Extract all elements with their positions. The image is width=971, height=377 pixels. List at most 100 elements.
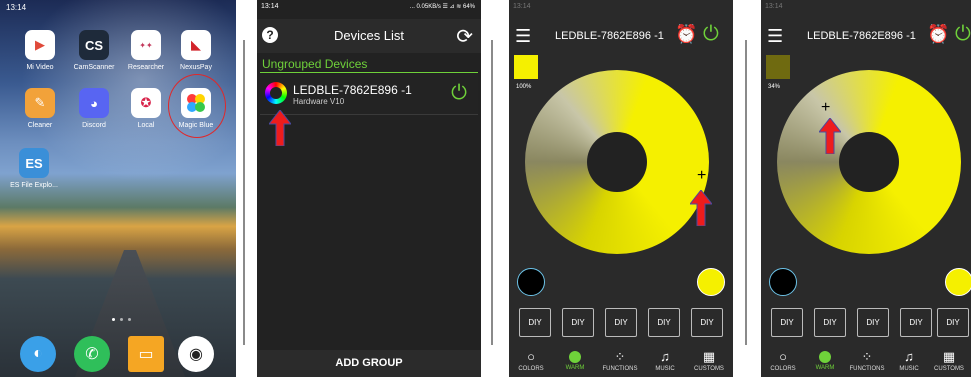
app-discord[interactable]: ◕ Discord xyxy=(66,88,122,129)
es-file-icon: ES xyxy=(19,148,49,178)
diy-button[interactable]: DIY xyxy=(900,308,932,337)
preset-color-dark[interactable] xyxy=(769,268,797,296)
messages-icon[interactable]: ▭ xyxy=(128,336,164,372)
local-icon: ✪ xyxy=(131,88,161,118)
warm-icon xyxy=(569,351,581,363)
group-divider xyxy=(260,72,478,73)
nav-customs[interactable]: ▦ CUSTOMS xyxy=(687,349,731,373)
grid-icon: ▦ xyxy=(702,349,716,364)
add-group-button[interactable]: ADD GROUP xyxy=(257,350,481,377)
app-mi-video[interactable]: ▶ Mi Video xyxy=(12,30,68,71)
preset-color-yellow[interactable] xyxy=(945,268,971,296)
crosshair-icon[interactable]: + xyxy=(697,168,706,184)
device-hardware: Hardware V10 xyxy=(293,97,345,106)
pointer-arrow-icon xyxy=(690,190,712,226)
preset-color-dark[interactable] xyxy=(517,268,545,296)
warm-color-wheel[interactable] xyxy=(525,70,709,254)
wheel-center xyxy=(839,132,899,192)
phone-icon[interactable]: ✆ xyxy=(74,336,110,372)
camera-icon[interactable]: ◉ xyxy=(178,336,214,372)
menu-icon[interactable]: ☰ xyxy=(767,26,783,47)
broom-icon: ✎ xyxy=(25,88,55,118)
devices-list-screen: 13:14 ... 0.05KB/s ☰ ⊿ ≋ 64% ? Devices L… xyxy=(257,0,481,377)
home-screen: 13:14 ▶ Mi Video CS CamScanner ✦✦ Resear… xyxy=(0,0,236,377)
bulb-icon xyxy=(265,82,287,104)
alarm-icon[interactable]: ⏰ xyxy=(927,24,949,45)
page-indicator xyxy=(128,318,131,321)
nav-music[interactable]: ♫ MUSIC xyxy=(887,349,931,373)
power-icon[interactable]: ⏻ xyxy=(451,82,467,105)
grid-icon: ▦ xyxy=(942,349,956,364)
music-icon: ♫ xyxy=(660,349,670,364)
warm-icon xyxy=(819,351,831,363)
nav-customs[interactable]: ▦ CUSTOMS xyxy=(927,349,971,373)
color-swatch xyxy=(514,55,538,79)
status-time: 13:14 xyxy=(261,3,279,10)
researcher-icon: ✦✦ xyxy=(131,30,161,60)
panel-divider xyxy=(745,40,747,345)
page-indicator xyxy=(112,318,115,321)
panel-divider xyxy=(491,40,493,345)
alarm-icon[interactable]: ⏰ xyxy=(675,24,697,45)
power-icon[interactable]: ⏻ xyxy=(703,23,719,46)
group-label: Ungrouped Devices xyxy=(262,57,368,71)
warm-screen-dim: 13:14 ☰ LEDBLE-7862E896 -1 ⏰ ⏻ 34% + DIY… xyxy=(761,0,971,377)
warm-screen-full: 13:14 ☰ LEDBLE-7862E896 -1 ⏰ ⏻ 100% + DI… xyxy=(509,0,733,377)
diy-button[interactable]: DIY xyxy=(605,308,637,337)
color-swatch xyxy=(766,55,790,79)
menu-icon[interactable]: ☰ xyxy=(515,26,531,47)
app-researcher[interactable]: ✦✦ Researcher xyxy=(118,30,174,71)
diy-button[interactable]: DIY xyxy=(648,308,680,337)
brightness-percent: 34% xyxy=(768,84,781,90)
diy-button[interactable]: DIY xyxy=(691,308,723,337)
music-icon: ♫ xyxy=(904,349,914,364)
app-nexuspay[interactable]: ◣ NexusPay xyxy=(168,30,224,71)
preset-color-yellow[interactable] xyxy=(697,268,725,296)
nav-functions[interactable]: ⁘ FUNCTIONS xyxy=(845,349,889,373)
diy-button[interactable]: DIY xyxy=(519,308,551,337)
crosshair-icon[interactable]: + xyxy=(821,100,830,116)
app-cleaner[interactable]: ✎ Cleaner xyxy=(12,88,68,129)
diy-button[interactable]: DIY xyxy=(937,308,969,337)
app-es-file-explorer[interactable]: ES ES File Explo... xyxy=(6,148,62,189)
camscanner-icon: CS xyxy=(79,30,109,60)
nav-warm[interactable]: WARM xyxy=(553,350,597,371)
device-name: LEDBLE-7862E896 -1 xyxy=(293,83,412,97)
nav-colors[interactable]: ○ COLORS xyxy=(509,349,553,373)
page-indicator xyxy=(120,318,123,321)
functions-icon: ⁘ xyxy=(861,349,873,364)
functions-icon: ⁘ xyxy=(614,349,626,364)
nav-functions[interactable]: ⁘ FUNCTIONS xyxy=(598,349,642,373)
status-time: 13:14 xyxy=(765,3,783,10)
diy-button[interactable]: DIY xyxy=(814,308,846,337)
page-title: Devices List xyxy=(333,28,405,43)
highlight-circle xyxy=(168,74,226,138)
power-icon[interactable]: ⏻ xyxy=(955,23,971,46)
brightness-percent: 100% xyxy=(516,84,532,90)
app-camscanner[interactable]: CS CamScanner xyxy=(66,30,122,71)
diy-button[interactable]: DIY xyxy=(562,308,594,337)
device-name: LEDBLE-7862E896 -1 xyxy=(807,30,916,42)
play-icon: ▶ xyxy=(25,30,55,60)
wheel-center xyxy=(587,132,647,192)
app-local[interactable]: ✪ Local xyxy=(118,88,174,129)
discord-icon: ◕ xyxy=(79,88,109,118)
nav-music[interactable]: ♫ MUSIC xyxy=(643,349,687,373)
refresh-icon[interactable]: ⟳ xyxy=(456,24,473,49)
diy-button[interactable]: DIY xyxy=(771,308,803,337)
status-time: 13:14 xyxy=(6,3,27,12)
nav-colors[interactable]: ○ COLORS xyxy=(761,349,805,373)
warm-color-wheel[interactable] xyxy=(777,70,961,254)
status-indicators: ... 0.05KB/s ☰ ⊿ ≋ 64% xyxy=(409,4,475,10)
panel-divider xyxy=(243,40,245,345)
circle-icon: ○ xyxy=(527,349,535,364)
circle-icon: ○ xyxy=(779,349,787,364)
status-time: 13:14 xyxy=(513,3,531,10)
pointer-arrow-icon xyxy=(819,118,841,154)
pointer-arrow-icon xyxy=(269,110,291,146)
nav-warm[interactable]: WARM xyxy=(803,350,847,371)
browser-icon[interactable]: ◐ xyxy=(20,336,56,372)
device-name: LEDBLE-7862E896 -1 xyxy=(555,30,664,42)
nexuspay-icon: ◣ xyxy=(181,30,211,60)
diy-button[interactable]: DIY xyxy=(857,308,889,337)
